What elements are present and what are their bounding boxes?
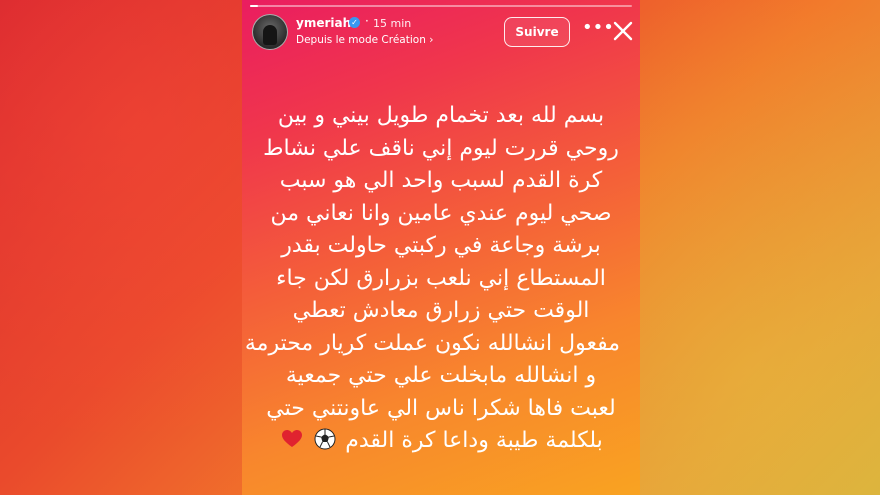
story-text: بسم لله بعد تخمام طويل بيني و بين روحي ق… — [244, 100, 620, 461]
story-text-line: و انشالله مابخلت علي حتي جمعية — [285, 363, 597, 388]
story-text-line: بلكلمة طيبة وداعا كرة القدم — [345, 428, 603, 453]
story-header: ymeriah ✓ · 15 min Depuis le mode Créati… — [252, 12, 633, 52]
follow-button[interactable]: Suivre — [504, 17, 570, 47]
post-time: 15 min — [373, 17, 412, 30]
story-text-line: روحي قررت ليوم إني ناقف علي نشاط — [263, 135, 619, 161]
story-text-line: صحي ليوم عندي عامين وانا نعاني من — [270, 200, 612, 226]
story-progress-fill — [250, 5, 258, 7]
story-text-line: المستطاع إني نلعب بزرارق لكن جاء — [276, 265, 606, 291]
avatar-photo — [263, 25, 277, 45]
story-progress-bar — [250, 5, 632, 7]
story-text-line: بسم لله بعد تخمام طويل بيني و بين — [277, 103, 605, 128]
avatar[interactable] — [252, 14, 288, 50]
verified-badge-icon: ✓ — [349, 17, 360, 28]
story-text-line: كرة القدم لسبب واحد الي هو سبب — [279, 168, 603, 193]
red-heart-icon — [281, 428, 303, 461]
story-text-line: برشة وجاعة في ركبتي حاولت بقدر — [281, 233, 601, 258]
separator-dot: · — [365, 14, 369, 28]
story-text-line: مفعول انشالله نكون عملت كريار محترمة — [244, 330, 620, 356]
close-icon[interactable] — [610, 18, 636, 44]
chevron-right-icon: › — [429, 34, 434, 46]
story-text-line: الوقت حتي زرارق معادش تعطي — [292, 298, 590, 323]
creation-mode-link[interactable]: Depuis le mode Création › — [296, 34, 433, 46]
close-icon-graphic — [613, 21, 633, 41]
story-viewer[interactable]: ymeriah ✓ · 15 min Depuis le mode Créati… — [242, 0, 640, 495]
username[interactable]: ymeriah — [296, 16, 351, 30]
story-text-line: لعبت فاها شكرا ناس الي عاونتني حتي — [266, 395, 616, 421]
soccer-ball-icon — [314, 428, 336, 461]
more-horizontal-icon[interactable]: ••• — [582, 19, 614, 40]
story-text-last-line: بلكلمة طيبة وداعا كرة القدم — [262, 425, 620, 461]
creation-mode-label: Depuis le mode Création — [296, 34, 426, 46]
